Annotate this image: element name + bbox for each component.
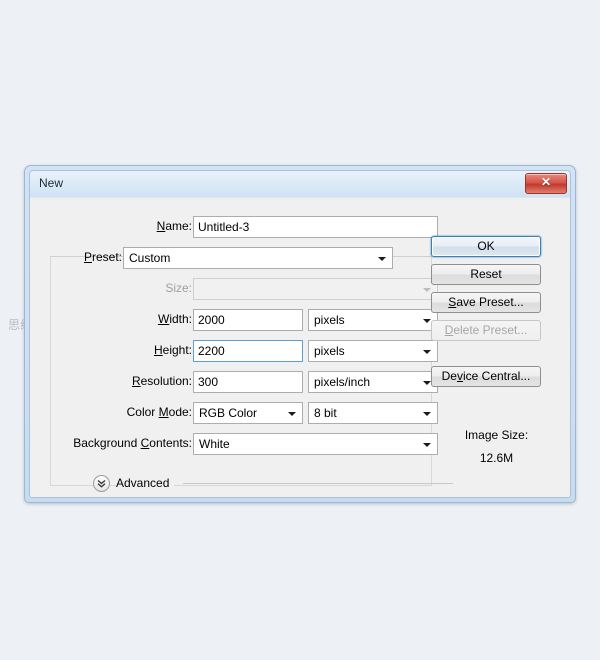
device-central-label-text2: ice Central... (463, 369, 530, 383)
device-central-label-text: De (442, 369, 457, 383)
button-column: OK Reset Save Preset... Delete Preset...… (423, 198, 570, 498)
chevron-down-icon (288, 412, 296, 416)
delete-preset-label-text: elete Preset... (453, 323, 527, 337)
background-contents-dropdown[interactable]: White (193, 433, 438, 455)
background-contents-label-text2: ontents: (149, 436, 192, 450)
background-contents-value: White (199, 437, 415, 452)
size-label: Size: (165, 281, 192, 295)
resolution-input[interactable]: 300 (193, 371, 303, 393)
preset-label: Preset: (84, 250, 122, 264)
form-area: Name: Untitled-3 Preset: Custom (30, 198, 435, 498)
advanced-disclosure-button[interactable] (93, 475, 110, 492)
advanced-section[interactable]: Advanced (93, 474, 453, 494)
preset-row: Preset: Custom (30, 247, 435, 269)
resolution-label-text: esolution: (141, 374, 192, 388)
color-depth-value: 8 bit (314, 406, 415, 421)
color-mode-label: Color Mode: (127, 405, 192, 419)
save-preset-label-text: ave Preset... (456, 295, 523, 309)
color-mode-label-text: Color (127, 405, 159, 419)
width-unit-dropdown[interactable]: pixels (308, 309, 438, 331)
height-label: Height: (154, 343, 192, 357)
image-size-label: Image Size: (423, 428, 570, 442)
color-depth-dropdown[interactable]: 8 bit (308, 402, 438, 424)
background-contents-label: Background Contents: (73, 436, 192, 450)
name-row: Name: Untitled-3 (30, 216, 435, 238)
width-unit-value: pixels (314, 313, 415, 328)
preset-label-text: reset: (92, 250, 122, 264)
name-label-text: ame: (165, 219, 192, 233)
advanced-divider (183, 483, 453, 484)
preset-value: Custom (129, 251, 370, 266)
height-label-text: eight: (163, 343, 192, 357)
height-input[interactable]: 2200 (193, 340, 303, 362)
chevron-double-down-icon (96, 478, 107, 489)
color-mode-label-text2: ode: (169, 405, 192, 419)
resolution-label: Resolution: (132, 374, 192, 388)
new-document-dialog: New ✕ Name: Untitled-3 (24, 165, 576, 503)
dialog-titlebar[interactable]: New ✕ (30, 171, 570, 198)
preset-dropdown[interactable]: Custom (123, 247, 393, 269)
reset-button[interactable]: Reset (431, 264, 541, 285)
color-mode-row: Color Mode: RGB Color 8 bit (30, 402, 435, 424)
resolution-row: Resolution: 300 pixels/inch (30, 371, 435, 393)
ok-button[interactable]: OK (431, 236, 541, 257)
close-button[interactable]: ✕ (525, 173, 567, 194)
dialog-title: New (39, 176, 63, 190)
size-dropdown (193, 278, 438, 300)
width-label: Width: (158, 312, 192, 326)
height-unit-value: pixels (314, 344, 415, 359)
width-label-text: idth: (169, 312, 192, 326)
width-input[interactable]: 2000 (193, 309, 303, 331)
device-central-button[interactable]: Device Central... (431, 366, 541, 387)
color-mode-dropdown[interactable]: RGB Color (193, 402, 303, 424)
chevron-down-icon (378, 257, 386, 261)
name-label: Name: (157, 219, 192, 233)
resolution-unit-dropdown[interactable]: pixels/inch (308, 371, 438, 393)
image-size-value: 12.6M (423, 451, 570, 465)
height-unit-dropdown[interactable]: pixels (308, 340, 438, 362)
dialog-inner-frame: New ✕ Name: Untitled-3 (29, 170, 571, 498)
size-row: Size: (30, 278, 435, 300)
save-preset-button[interactable]: Save Preset... (431, 292, 541, 313)
name-input[interactable]: Untitled-3 (193, 216, 438, 238)
dialog-body: Name: Untitled-3 Preset: Custom (30, 198, 570, 498)
advanced-label: Advanced (116, 476, 174, 490)
delete-preset-button: Delete Preset... (431, 320, 541, 341)
close-icon: ✕ (526, 175, 566, 189)
height-row: Height: 2200 pixels (30, 340, 435, 362)
background-contents-label-text: Background (73, 436, 140, 450)
width-row: Width: 2000 pixels (30, 309, 435, 331)
background-contents-row: Background Contents: White (30, 433, 435, 455)
resolution-unit-value: pixels/inch (314, 375, 415, 390)
color-mode-value: RGB Color (199, 406, 280, 421)
